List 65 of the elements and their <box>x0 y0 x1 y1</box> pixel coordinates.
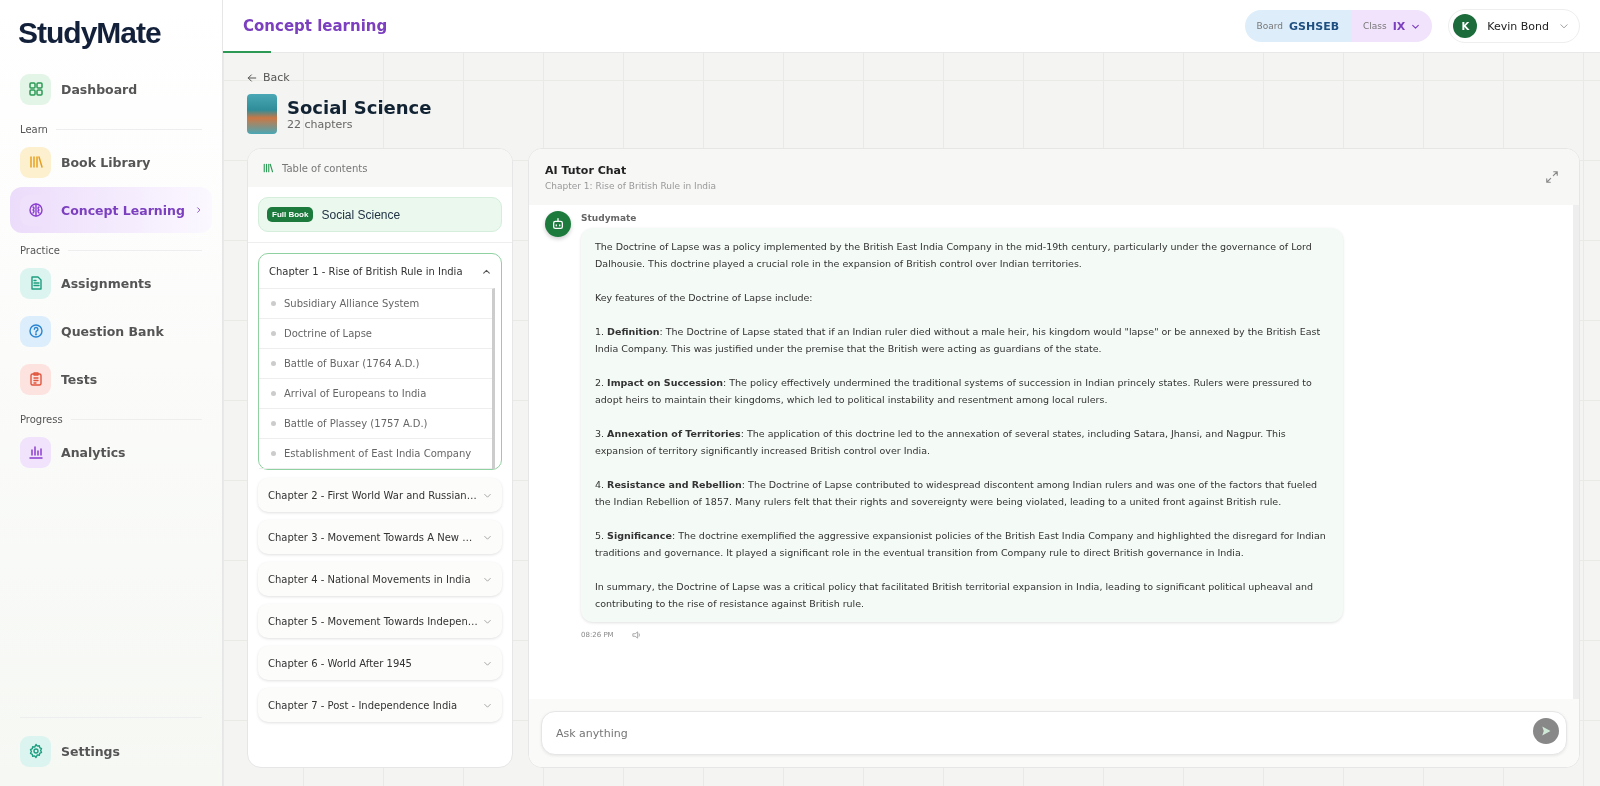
section-heading: Learn <box>10 124 212 135</box>
page-title: Concept learning <box>243 17 389 35</box>
bar-chart-icon <box>27 444 44 460</box>
class-selector[interactable]: Class IX <box>1351 10 1433 42</box>
logo: StudyMate <box>17 16 162 50</box>
expand-icon <box>1545 170 1559 184</box>
chevron-down-icon <box>1559 21 1569 31</box>
back-link[interactable]: Back <box>247 71 290 84</box>
chapter-header[interactable]: Chapter 4 - National Movements in India <box>258 562 502 596</box>
nav-item[interactable]: Dashboard <box>10 66 212 112</box>
toc-title: Table of contents <box>282 162 368 174</box>
robot-icon <box>551 217 565 231</box>
topic-item[interactable]: Doctrine of Lapse <box>259 319 492 349</box>
chapter-count: 22 chapters <box>287 118 354 131</box>
books-icon <box>262 162 274 174</box>
message-text: 1. Definition: The Doctrine of Lapse stated that if an Indian ruler died without a male heir, his kingdom would "lapse" or be annexed by the British East India Company. This was justified under the premise that the British were acting as guardians of the state. <box>595 325 1322 356</box>
chapter-header[interactable]: Chapter 7 - Post - Independence India <box>258 688 502 722</box>
chapter-header[interactable]: Chapter 3 - Movement Towards A New … <box>258 520 502 554</box>
user-menu[interactable]: K Kevin Bond <box>1448 9 1580 43</box>
message-text: 5. Significance: The doctrine exemplified the aggressive expansionist policies of the British East India Company and highlighted the disregard for Indian traditions and governance. It played a significant role in the eventual transition from Company rule to direct British governance in India. <box>595 529 1327 560</box>
message-text: 3. Annexation of Territories: The application of this doctrine led to the annexation of several states, including Satara, Jhansi, and Nagpur. This expansion of territory significantly increased British control over India. <box>595 427 1287 458</box>
brain-icon <box>27 202 44 218</box>
book-title: Social Science <box>287 97 432 118</box>
message-text: 2. Impact on Succession: The policy effectively undermined the traditional systems of succession in Indian princely states. Rulers were pressured to adopt heirs to maintain their kingdoms, which led to political instability and resentment among local rulers. <box>595 376 1313 407</box>
nav-item[interactable]: Analytics <box>10 429 212 475</box>
topic-item[interactable]: Subsidiary Alliance System <box>259 289 492 319</box>
nav-item[interactable]: Concept Learning <box>10 187 212 233</box>
section-heading: Progress <box>10 414 212 425</box>
nav-item[interactable]: Book Library <box>10 139 212 185</box>
message-text: The Doctrine of Lapse was a policy implemented by the British East India Company in the mid-19th century, particularly under the governance of Lord Dalhousie. This doctrine played a crucial role in the expansion of British control over Indian territories. <box>595 240 1313 271</box>
topic-item[interactable]: Battle of Buxar (1764 A.D.) <box>259 349 492 379</box>
chapter-header[interactable]: Chapter 1 - Rise of British Rule in India <box>259 254 501 288</box>
message-input[interactable]: Ask anything <box>541 711 1567 755</box>
message-text: 4. Resistance and Rebellion: The Doctrine of Lapse contributed to widespread discontent among Indian rulers and was one of the factors that fueled the Indian Rebellion of 1857. Many rulers felt that their rights and sovereignty were being violated, leading to a united front against British rule. <box>595 478 1319 509</box>
chapter-header[interactable]: Chapter 2 - First World War and Russian… <box>258 478 502 512</box>
books-icon <box>27 154 44 170</box>
message-text: In summary, the Doctrine of Lapse was a critical policy that facilitated British territorial expansion in India, leading to significant political upheaval and contributing to the rise of resistance against British rule. <box>595 580 1315 611</box>
gear-icon <box>27 743 44 759</box>
full-book-item[interactable]: Full Book Social Science <box>258 197 502 232</box>
message-text: Key features of the Doctrine of Lapse include: <box>595 291 814 305</box>
nav-item[interactable]: Assignments <box>10 260 212 306</box>
full-book-title: Social Science <box>321 207 401 222</box>
full-book-badge: Full Book <box>267 207 314 222</box>
chevron-right-icon <box>194 205 202 215</box>
nav-item[interactable]: Tests <box>10 356 212 402</box>
chat-subtitle: Chapter 1: Rise of British Rule in India <box>545 180 718 191</box>
send-icon <box>1540 725 1552 737</box>
chat-title: AI Tutor Chat <box>545 163 628 177</box>
sender-name: Studymate <box>581 213 638 223</box>
nav-item[interactable]: Settings <box>10 728 212 774</box>
question-icon <box>27 323 44 339</box>
nav-item[interactable]: Question Bank <box>10 308 212 354</box>
topic-item[interactable]: Battle of Plassey (1757 A.D.) <box>259 409 492 439</box>
avatar: K <box>1453 14 1478 38</box>
speaker-icon <box>631 630 642 640</box>
grid-icon <box>27 81 44 97</box>
arrow-left-icon <box>247 72 257 83</box>
board-selector[interactable]: Board GSHSEB <box>1244 10 1352 42</box>
chapter-header[interactable]: Chapter 5 - Movement Towards Indepen… <box>258 604 502 638</box>
clipboard-icon <box>27 371 44 387</box>
topic-item[interactable]: Arrival of Europeans to India <box>259 379 492 409</box>
book-cover-placeholder <box>247 94 277 134</box>
topic-item[interactable]: Establishment of East India Company <box>259 439 492 469</box>
section-heading: Practice <box>10 245 212 256</box>
chapter-header[interactable]: Chapter 6 - World After 1945 <box>258 646 502 680</box>
